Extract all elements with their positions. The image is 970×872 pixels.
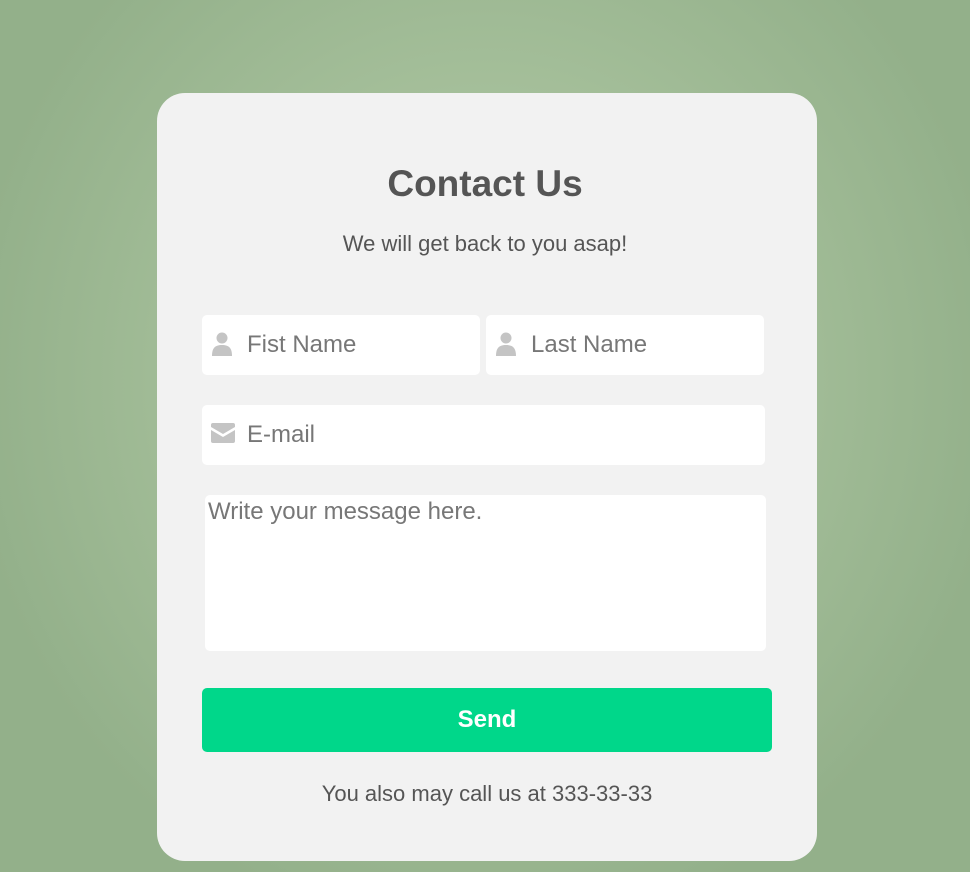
- user-icon: [210, 331, 234, 357]
- last-name-field[interactable]: [486, 315, 764, 375]
- email-field[interactable]: [202, 405, 765, 465]
- first-name-input[interactable]: [247, 315, 470, 375]
- first-name-field[interactable]: [202, 315, 480, 375]
- user-icon: [494, 331, 518, 357]
- page-subtitle: We will get back to you asap!: [342, 231, 628, 256]
- envelope-icon: [210, 423, 235, 449]
- phone-note: You also may call us at 333-33-33: [321, 781, 653, 806]
- send-button[interactable]: Send: [202, 688, 772, 752]
- page-title: Contact Us: [387, 163, 583, 204]
- message-textarea[interactable]: [205, 495, 766, 651]
- last-name-input[interactable]: [531, 315, 754, 375]
- email-input[interactable]: [247, 405, 755, 465]
